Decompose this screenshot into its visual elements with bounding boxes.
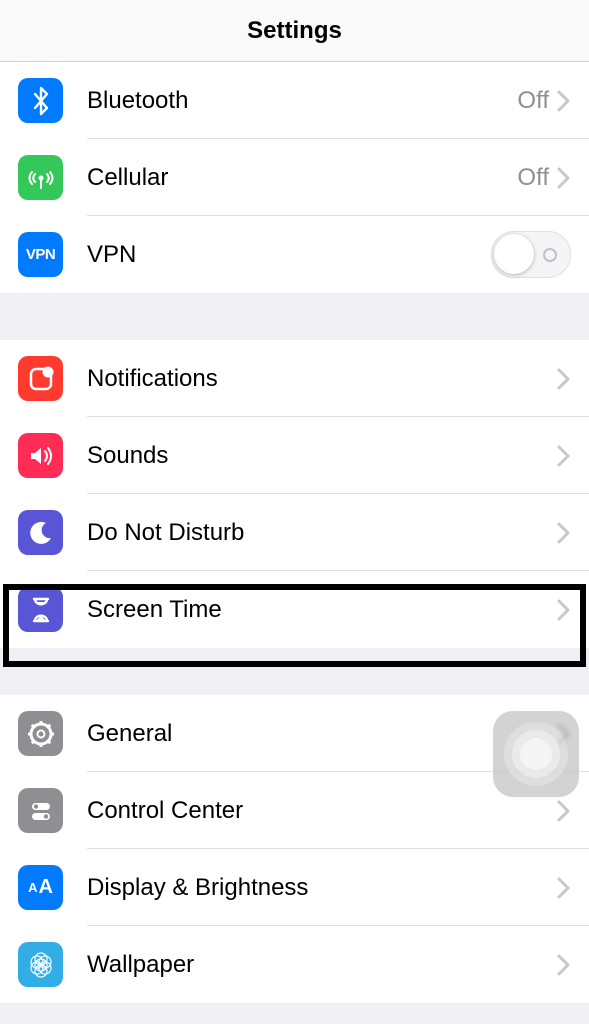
row-screen-time[interactable]: Screen Time <box>0 571 589 648</box>
vpn-icon: VPN <box>18 232 63 277</box>
gear-icon <box>18 711 63 756</box>
row-label: Wallpaper <box>87 951 557 979</box>
row-label: General <box>87 720 557 748</box>
bluetooth-icon <box>18 78 63 123</box>
chevron-right-icon <box>557 800 571 822</box>
text-size-icon: AA <box>18 865 63 910</box>
moon-icon <box>18 510 63 555</box>
chevron-right-icon <box>557 877 571 899</box>
row-display-brightness[interactable]: AA Display & Brightness <box>0 849 589 926</box>
cellular-icon <box>18 155 63 200</box>
settings-group-connectivity: Bluetooth Off Cellular Off VPN VPN <box>0 62 589 293</box>
settings-group-notifications: Notifications Sounds Do Not Disturb <box>0 340 589 648</box>
hourglass-icon <box>18 587 63 632</box>
section-gap <box>0 293 589 340</box>
row-label: Display & Brightness <box>87 874 557 902</box>
row-bluetooth[interactable]: Bluetooth Off <box>0 62 589 139</box>
row-notifications[interactable]: Notifications <box>0 340 589 417</box>
row-sounds[interactable]: Sounds <box>0 417 589 494</box>
chevron-right-icon <box>557 522 571 544</box>
row-label: Bluetooth <box>87 87 517 115</box>
chevron-right-icon <box>557 445 571 467</box>
row-label: Control Center <box>87 797 557 825</box>
row-wallpaper[interactable]: Wallpaper <box>0 926 589 1003</box>
chevron-right-icon <box>557 90 571 112</box>
row-label: Notifications <box>87 365 557 393</box>
row-label: Screen Time <box>87 596 557 624</box>
notifications-icon <box>18 356 63 401</box>
toggles-icon <box>18 788 63 833</box>
chevron-right-icon <box>557 368 571 390</box>
vpn-toggle[interactable] <box>491 231 571 278</box>
row-cellular[interactable]: Cellular Off <box>0 139 589 216</box>
row-do-not-disturb[interactable]: Do Not Disturb <box>0 494 589 571</box>
wallpaper-icon <box>18 942 63 987</box>
row-label: Cellular <box>87 164 517 192</box>
page-title: Settings <box>247 17 342 45</box>
vpn-icon-text: VPN <box>26 246 55 263</box>
chevron-right-icon <box>557 599 571 621</box>
row-value: Off <box>517 87 549 115</box>
assistive-touch-button[interactable] <box>493 711 579 797</box>
row-vpn[interactable]: VPN VPN <box>0 216 589 293</box>
sounds-icon <box>18 433 63 478</box>
row-label: Sounds <box>87 442 557 470</box>
chevron-right-icon <box>557 167 571 189</box>
row-value: Off <box>517 164 549 192</box>
row-label: VPN <box>87 241 491 269</box>
chevron-right-icon <box>557 954 571 976</box>
section-gap <box>0 648 589 695</box>
row-label: Do Not Disturb <box>87 519 557 547</box>
header: Settings <box>0 0 589 62</box>
